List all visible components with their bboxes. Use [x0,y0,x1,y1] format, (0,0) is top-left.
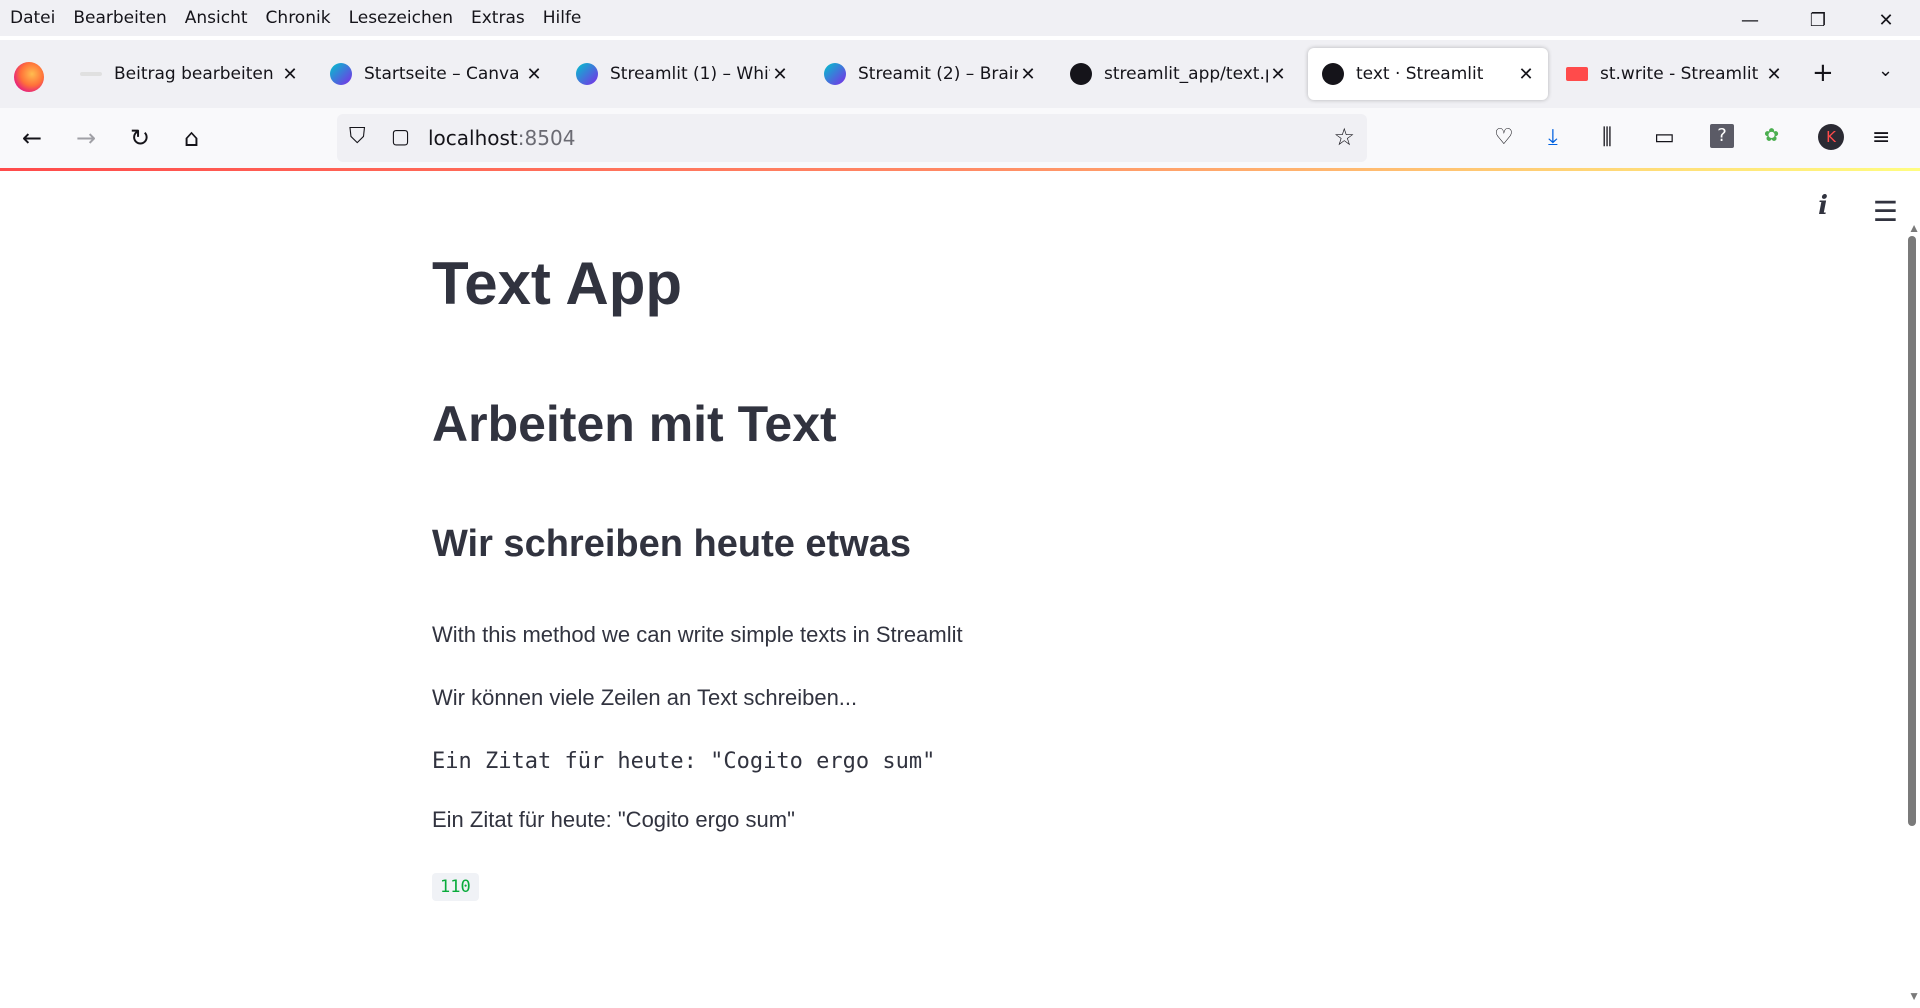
tab-github-text-py[interactable]: streamlit_app/text.py ✕ [1070,48,1288,100]
scroll-down-arrow-icon[interactable]: ▼ [1908,989,1920,1003]
sidebar-icon[interactable]: ▭ [1654,125,1675,150]
new-tab-button[interactable]: + [1812,58,1834,88]
streamlit-icon [1322,63,1344,85]
tab-title: Beitrag bearbeiten „Ka [114,64,280,84]
window-controls: — ❐ ✕ [1716,0,1920,40]
library-icon[interactable]: ⫼ [1602,125,1612,150]
menu-ansicht[interactable]: Ansicht [185,8,248,28]
reload-icon[interactable]: ↻ [130,124,150,152]
page-title: Text App [432,250,682,317]
scroll-up-arrow-icon[interactable]: ▲ [1908,221,1920,235]
tab-title: Streamit (2) – Brainst [858,64,1018,84]
tab-canva[interactable]: Startseite – Canva ✕ [330,48,544,100]
canva-icon [576,63,598,85]
tab-text-streamlit[interactable]: text · Streamlit ✕ [1308,48,1548,100]
streamlit-app: i ☰ Text App Arbeiten mit Text Wir schre… [0,171,1920,1008]
monospace-text: Ein Zitat für heute: "Cogito ergo sum" [432,749,936,774]
firefox-logo-icon [14,62,44,92]
close-tab-icon[interactable]: ✕ [280,64,300,85]
pocket-icon[interactable]: ♡ [1494,125,1514,150]
menu-icon[interactable]: ≡ [1872,125,1890,150]
canva-icon [824,63,846,85]
tab-title: st.write - Streamlit Do [1600,64,1764,84]
url-bar[interactable]: ⛉ ▢ localhost:8504 ☆ [337,114,1367,162]
streamlit-crown-icon [1566,67,1588,81]
url-port: :8504 [517,126,576,150]
tab-title: streamlit_app/text.py [1104,64,1268,84]
bookmark-star-icon[interactable]: ☆ [1333,123,1355,151]
canva-icon [330,63,352,85]
tab-beitrag[interactable]: Beitrag bearbeiten „Ka ✕ [80,48,300,100]
github-icon [1070,63,1092,85]
close-tab-icon[interactable]: ✕ [770,64,790,85]
text-line-1: With this method we can write simple tex… [432,622,963,647]
tab-st-write[interactable]: st.write - Streamlit Do ✕ [1566,48,1784,100]
page-subheader: Wir schreiben heute etwas [432,523,912,565]
menu-datei[interactable]: Datei [10,8,55,28]
forward-arrow-icon[interactable]: → [76,124,96,152]
help-icon[interactable]: ? [1710,124,1734,148]
tab-streamlit-1[interactable]: Streamlit (1) – Whiteb ✕ [576,48,790,100]
page-favicon-icon [80,72,102,76]
text-line-3: Ein Zitat für heute: "Cogito ergo sum" [432,807,795,832]
minimize-button[interactable]: — [1716,0,1784,40]
menu-chronik[interactable]: Chronik [266,8,331,28]
menu-lesezeichen[interactable]: Lesezeichen [349,8,453,28]
tab-title: Streamlit (1) – Whiteb [610,64,770,84]
scrollbar-thumb[interactable] [1908,236,1916,826]
tab-title: text · Streamlit [1356,64,1484,84]
hamburger-menu-icon[interactable]: ☰ [1873,195,1898,228]
menu-bearbeiten[interactable]: Bearbeiten [73,8,166,28]
close-tab-icon[interactable]: ✕ [524,64,544,85]
tab-streamit-2[interactable]: Streamit (2) – Brainst ✕ [824,48,1038,100]
close-tab-icon[interactable]: ✕ [1018,64,1038,85]
home-icon[interactable]: ⌂ [184,124,199,152]
menu-hilfe[interactable]: Hilfe [543,8,582,28]
info-icon[interactable]: i [1818,191,1828,221]
menu-bar: Datei Bearbeiten Ansicht Chronik Lesezei… [0,0,1920,36]
close-window-button[interactable]: ✕ [1852,0,1920,40]
download-icon[interactable]: ⤓ [1548,125,1558,150]
page-header: Arbeiten mit Text [432,396,837,452]
page-info-icon[interactable]: ▢ [391,124,410,148]
tab-bar: Beitrag bearbeiten „Ka ✕ Startseite – Ca… [0,40,1920,108]
url-text[interactable]: localhost:8504 [428,126,575,150]
tab-title: Startseite – Canva [364,64,520,84]
extension-icon[interactable]: ✿ [1764,125,1779,146]
code-output: 110 [432,873,479,901]
close-tab-icon[interactable]: ✕ [1268,64,1288,85]
back-arrow-icon[interactable]: ← [22,124,42,152]
shield-icon[interactable]: ⛉ [349,124,366,149]
account-icon[interactable]: K [1818,124,1844,150]
tab-list-chevron-icon[interactable]: ⌄ [1878,60,1893,81]
navigation-bar: ← → ↻ ⌂ ⛉ ▢ localhost:8504 ☆ ♡ ⤓ ⫼ ▭ ? ✿… [0,108,1920,168]
url-host: localhost [428,126,518,150]
close-tab-icon[interactable]: ✕ [1516,64,1536,85]
close-tab-icon[interactable]: ✕ [1764,64,1784,85]
menu-extras[interactable]: Extras [471,8,525,28]
text-line-2: Wir können viele Zeilen an Text schreibe… [432,685,858,710]
restore-button[interactable]: ❐ [1784,0,1852,40]
